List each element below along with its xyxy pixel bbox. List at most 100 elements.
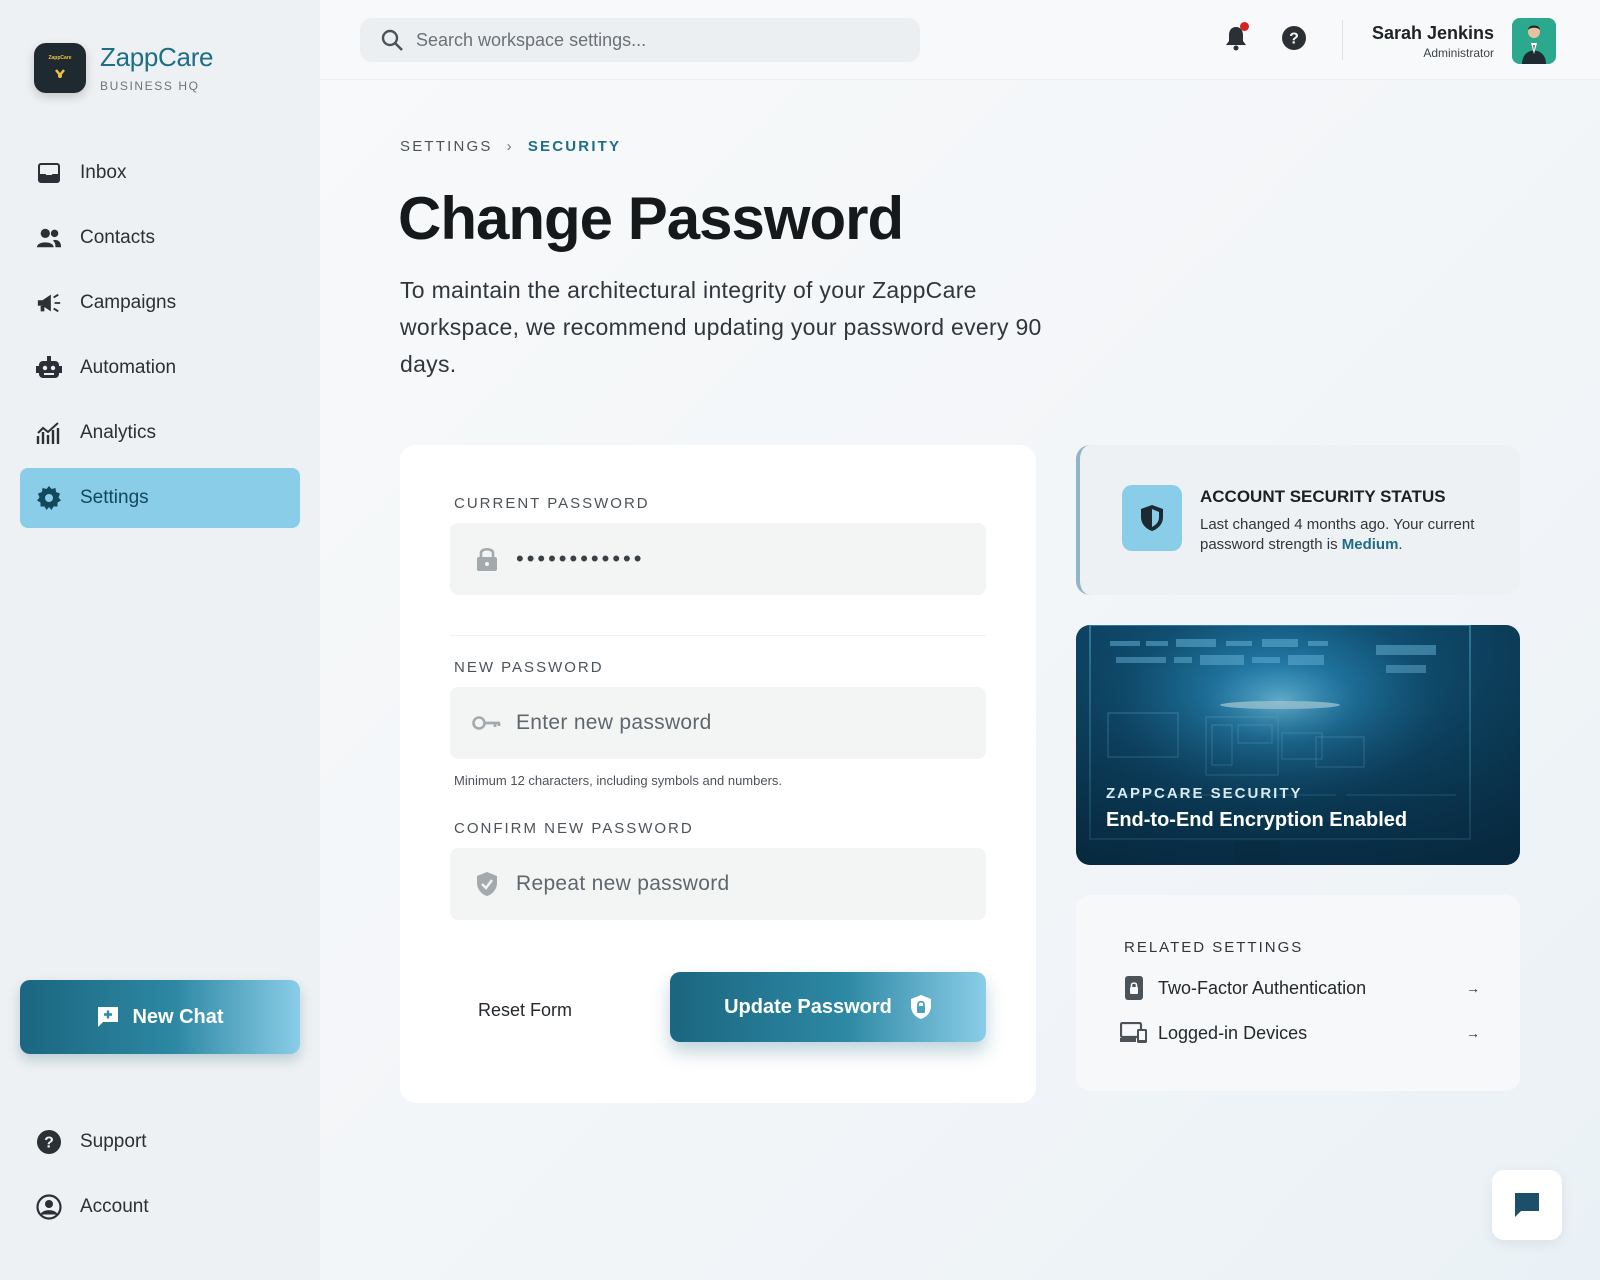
top-divider bbox=[1342, 20, 1343, 60]
new-password-input[interactable] bbox=[516, 711, 956, 735]
lock-icon bbox=[472, 546, 502, 572]
user-role: Administrator bbox=[1423, 45, 1494, 60]
breadcrumb-separator: › bbox=[506, 138, 514, 155]
sidebar-item-label: Automation bbox=[80, 357, 177, 378]
current-password-field[interactable] bbox=[450, 523, 986, 595]
sidebar-item-label: Campaigns bbox=[80, 292, 177, 313]
sidebar-item-settings[interactable]: Settings bbox=[20, 468, 300, 528]
promo-label: ZAPPCARE SECURITY bbox=[1106, 785, 1303, 802]
logo-text: ZappCare bbox=[48, 54, 72, 61]
sidebar-item-label: Support bbox=[80, 1131, 147, 1152]
update-password-button[interactable]: Update Password bbox=[670, 972, 986, 1042]
new-chat-label: New Chat bbox=[132, 1005, 224, 1028]
sidebar-item-label: Contacts bbox=[80, 227, 155, 248]
add-chat-icon bbox=[96, 1005, 120, 1029]
reset-form-button[interactable]: Reset Form bbox=[460, 985, 590, 1035]
sidebar-item-support[interactable]: ? Support bbox=[20, 1112, 300, 1172]
sidebar: ZappCare ZappCare BUSINESS HQ Inbox Cont… bbox=[0, 0, 320, 1280]
chat-fab-button[interactable] bbox=[1492, 1170, 1562, 1240]
sidebar-nav: Inbox Contacts Campaigns Automation Anal… bbox=[20, 143, 300, 533]
confirm-password-input[interactable] bbox=[516, 872, 956, 896]
breadcrumb-current: SECURITY bbox=[527, 138, 622, 155]
password-strength-value: Medium bbox=[1341, 536, 1399, 553]
sidebar-item-inbox[interactable]: Inbox bbox=[20, 143, 300, 203]
shield-lock-icon bbox=[910, 994, 932, 1020]
page-title: Change Password bbox=[398, 185, 904, 252]
help-icon: ? bbox=[1282, 26, 1306, 50]
related-item-label: Logged-in Devices bbox=[1158, 1022, 1308, 1043]
related-item-two-factor[interactable]: Two-Factor Authentication → bbox=[1120, 973, 1480, 1003]
user-name: Sarah Jenkins bbox=[1371, 22, 1494, 43]
search-icon bbox=[380, 28, 404, 52]
arrow-right-icon: → bbox=[1466, 1025, 1480, 1041]
page-description: To maintain the architectural integrity … bbox=[400, 277, 1042, 377]
breadcrumb: SETTINGS › SECURITY bbox=[400, 138, 621, 155]
breadcrumb-parent[interactable]: SETTINGS bbox=[400, 138, 493, 155]
sidebar-item-campaigns[interactable]: Campaigns bbox=[20, 273, 300, 333]
current-password-input[interactable] bbox=[516, 546, 956, 572]
contacts-icon bbox=[36, 225, 62, 251]
search-input[interactable] bbox=[416, 29, 876, 51]
logo-mark-icon bbox=[55, 68, 65, 78]
arrow-right-icon: → bbox=[1466, 980, 1480, 996]
notification-dot bbox=[1240, 22, 1249, 31]
confirm-password-field[interactable] bbox=[450, 848, 986, 920]
shield-icon bbox=[1141, 505, 1163, 531]
brand-name: ZappCare bbox=[100, 42, 214, 72]
devices-icon bbox=[1120, 1022, 1148, 1044]
sidebar-item-contacts[interactable]: Contacts bbox=[20, 208, 300, 268]
notifications-button[interactable] bbox=[1220, 22, 1252, 54]
new-password-field[interactable] bbox=[450, 687, 986, 759]
update-password-label: Update Password bbox=[724, 995, 892, 1018]
phone-lock-icon bbox=[1120, 975, 1148, 1001]
sidebar-item-label: Inbox bbox=[80, 162, 127, 183]
security-status-card: ACCOUNT SECURITY STATUS Last changed 4 m… bbox=[1076, 445, 1520, 595]
inbox-icon bbox=[36, 160, 62, 186]
avatar[interactable] bbox=[1512, 18, 1556, 64]
related-settings-title: RELATED SETTINGS bbox=[1124, 939, 1304, 956]
help-button[interactable]: ? bbox=[1278, 22, 1310, 54]
security-status-title: ACCOUNT SECURITY STATUS bbox=[1200, 487, 1446, 506]
change-password-form: CURRENT PASSWORD NEW PASSWORD Minimum 12… bbox=[400, 445, 1036, 1103]
brand-logo: ZappCare bbox=[34, 42, 86, 93]
status-text-after: . bbox=[1398, 536, 1403, 553]
related-settings-card: RELATED SETTINGS Two-Factor Authenticati… bbox=[1076, 895, 1520, 1091]
svg-text:?: ? bbox=[44, 1135, 54, 1152]
svg-text:?: ? bbox=[1289, 31, 1299, 48]
confirm-password-label: CONFIRM NEW PASSWORD bbox=[454, 820, 694, 837]
sidebar-item-account[interactable]: Account bbox=[20, 1177, 300, 1237]
sidebar-item-label: Analytics bbox=[80, 422, 157, 443]
robot-icon bbox=[36, 355, 62, 381]
analytics-icon bbox=[36, 420, 62, 446]
current-password-label: CURRENT PASSWORD bbox=[454, 495, 650, 512]
main-content: SETTINGS › SECURITY Change Password To m… bbox=[320, 80, 1600, 1280]
security-shield-badge bbox=[1122, 485, 1182, 551]
chat-bubble-icon bbox=[1515, 1193, 1539, 1217]
user-menu[interactable]: Sarah Jenkins Administrator bbox=[1372, 18, 1556, 64]
sidebar-item-label: Account bbox=[80, 1196, 149, 1217]
sidebar-item-analytics[interactable]: Analytics bbox=[20, 403, 300, 463]
account-circle-icon bbox=[36, 1194, 62, 1220]
encryption-promo-card[interactable]: ZAPPCARE SECURITY End-to-End Encryption … bbox=[1076, 625, 1520, 865]
brand-subtitle: BUSINESS HQ bbox=[100, 79, 200, 93]
top-bar: ? Sarah Jenkins Administrator bbox=[320, 0, 1600, 80]
new-chat-button[interactable]: New Chat bbox=[20, 980, 300, 1054]
new-password-label: NEW PASSWORD bbox=[454, 659, 604, 676]
gear-icon bbox=[36, 485, 62, 511]
brand[interactable]: ZappCare ZappCare BUSINESS HQ bbox=[34, 42, 214, 93]
security-status-text: Last changed 4 months ago. Your current … bbox=[1200, 515, 1490, 555]
sidebar-item-label: Settings bbox=[80, 487, 149, 508]
related-item-label: Two-Factor Authentication bbox=[1158, 977, 1367, 998]
search-bar[interactable] bbox=[360, 18, 920, 62]
related-item-devices[interactable]: Logged-in Devices → bbox=[1120, 1018, 1480, 1048]
sidebar-bottom-nav: ? Support Account bbox=[20, 1112, 300, 1242]
help-circle-icon: ? bbox=[36, 1129, 62, 1155]
status-text-before: Last changed 4 months ago. Your current … bbox=[1200, 516, 1475, 553]
user-portrait-icon bbox=[1512, 18, 1556, 64]
form-divider bbox=[450, 635, 986, 636]
megaphone-icon bbox=[36, 290, 62, 316]
key-icon bbox=[472, 714, 502, 732]
promo-title: End-to-End Encryption Enabled bbox=[1106, 809, 1408, 831]
sidebar-item-automation[interactable]: Automation bbox=[20, 338, 300, 398]
password-hint: Minimum 12 characters, including symbols… bbox=[454, 773, 783, 788]
